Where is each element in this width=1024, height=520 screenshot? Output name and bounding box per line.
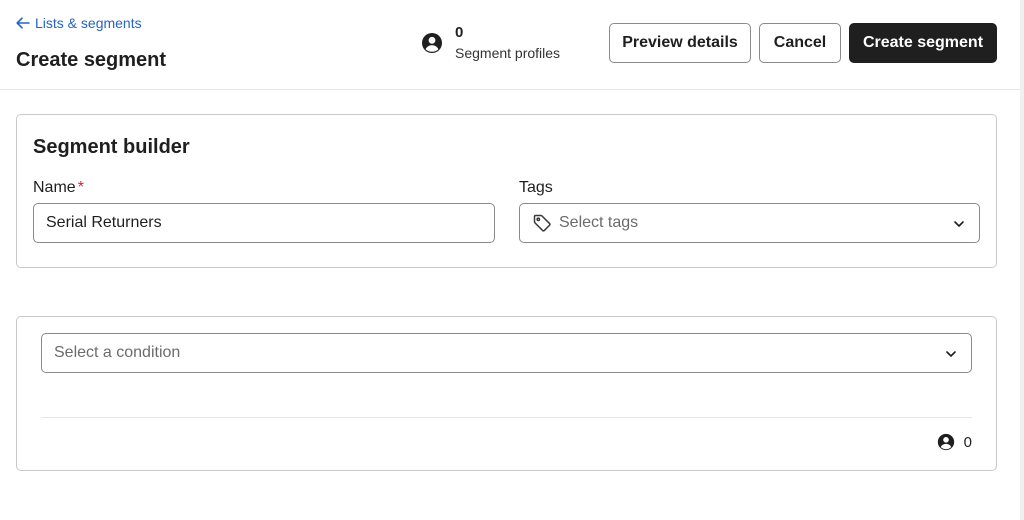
segment-profile-count: 0 Segment profiles [421,24,560,62]
required-indicator: * [77,179,84,196]
user-circle-icon [422,33,442,53]
segment-builder-card: Segment builder Name * Serial Returners T… [16,114,997,268]
cancel-button[interactable]: Cancel [759,23,841,63]
condition-select[interactable]: Select a condition [41,333,972,373]
profile-count-value: 0 [455,24,464,41]
chevron-down-icon[interactable] [945,348,957,360]
tags-label: Tags [519,179,553,196]
user-circle-icon [937,433,954,451]
tags-placeholder[interactable]: Select tags [559,214,638,232]
create-segment-button[interactable]: Create segment [849,23,997,63]
tags-select[interactable]: Select tags [519,203,980,243]
page-title: Create segment [16,49,167,71]
name-input[interactable]: Serial Returners [33,203,495,243]
back-link-label[interactable]: Lists & segments [35,15,142,31]
page-scrollbar[interactable] [1020,0,1024,520]
name-input-value[interactable]: Serial Returners [46,214,162,232]
condition-profile-count: 0 [937,433,972,451]
profile-count-label: Segment profiles [455,45,561,61]
arrow-left-icon [16,17,30,29]
condition-placeholder[interactable]: Select a condition [54,344,180,362]
condition-divider [41,417,972,418]
condition-count-value: 0 [963,433,972,451]
tag-icon [533,214,551,232]
preview-details-button[interactable]: Preview details [609,23,751,63]
chevron-down-icon[interactable] [953,218,965,230]
condition-card: Select a condition 0 [16,316,997,471]
segment-builder-title: Segment builder [33,136,190,158]
back-link[interactable]: Lists & segments [16,15,142,31]
name-label-text: Name [33,179,76,196]
profile-count-text: 0 Segment profiles [455,24,560,62]
name-label: Name * [33,179,84,197]
page-header: Lists & segments Create segment 0 Segmen… [0,0,1020,90]
